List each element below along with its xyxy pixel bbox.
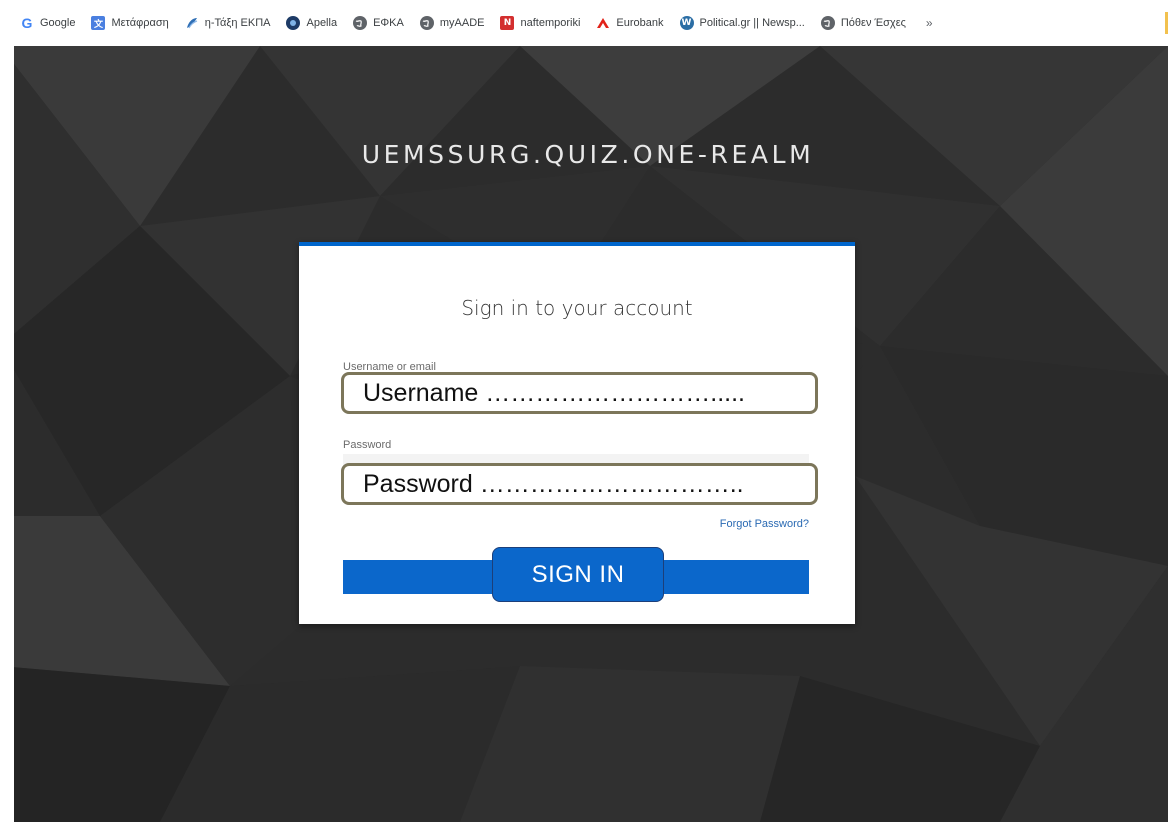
- bookmark-eclass[interactable]: η-Τάξη ΕΚΠΑ: [185, 12, 271, 34]
- bookmark-label: Πόθεν Έσχες: [840, 17, 906, 29]
- globe-icon: [353, 16, 368, 30]
- password-input[interactable]: Password …………………………..: [341, 463, 818, 505]
- naftemporiki-icon: N: [500, 16, 515, 30]
- eclass-icon: [185, 16, 199, 30]
- bookmarks-bar: G Google 文 Μετάφραση η-Τάξη ΕΚΠΑ Apella …: [0, 0, 1168, 46]
- bookmark-pothen-esxes[interactable]: Πόθεν Έσχες: [820, 12, 906, 34]
- bookmark-translate[interactable]: 文 Μετάφραση: [91, 12, 169, 34]
- bookmark-efka[interactable]: ΕΦΚΑ: [353, 12, 404, 34]
- bookmark-label: myAADE: [439, 17, 485, 29]
- bookmark-label: ΕΦΚΑ: [373, 17, 404, 29]
- bookmark-label: Apella: [306, 17, 338, 29]
- realm-title: UEMSSURG.QUIZ.ONE-REALM: [361, 140, 815, 169]
- google-g-icon: G: [21, 15, 33, 31]
- bookmark-label: naftemporiki: [520, 17, 581, 29]
- username-input[interactable]: Username ……………………….....: [341, 372, 818, 414]
- translate-icon: 文: [91, 16, 106, 30]
- eurobank-icon: [596, 16, 610, 30]
- bookmark-myaade[interactable]: myAADE: [419, 12, 485, 34]
- wordpress-icon: W: [679, 16, 694, 30]
- login-heading: Sign in to your account: [461, 296, 693, 320]
- sign-in-button[interactable]: SIGN IN: [492, 547, 664, 602]
- forgot-password-link[interactable]: Forgot Password?: [299, 518, 809, 530]
- bookmark-political[interactable]: W Political.gr || Newsp...: [679, 12, 805, 34]
- password-label: Password: [343, 439, 392, 451]
- bookmark-label: Μετάφραση: [111, 17, 169, 29]
- bookmark-label: Eurobank: [616, 17, 664, 29]
- bookmark-apella[interactable]: Apella: [286, 12, 337, 34]
- bookmark-naftemporiki[interactable]: N naftemporiki: [500, 12, 580, 34]
- apella-icon: [286, 16, 301, 30]
- more-bookmarks-chevron-icon[interactable]: »: [926, 16, 933, 30]
- bookmark-eurobank[interactable]: Eurobank: [596, 12, 664, 34]
- bookmark-label: Google: [40, 17, 76, 29]
- globe-icon: [820, 16, 835, 30]
- bookmark-label: η-Τάξη ΕΚΠΑ: [204, 17, 271, 29]
- bookmark-label: Political.gr || Newsp...: [699, 17, 805, 29]
- globe-icon: [419, 16, 434, 30]
- bookmark-google[interactable]: G Google: [20, 12, 76, 34]
